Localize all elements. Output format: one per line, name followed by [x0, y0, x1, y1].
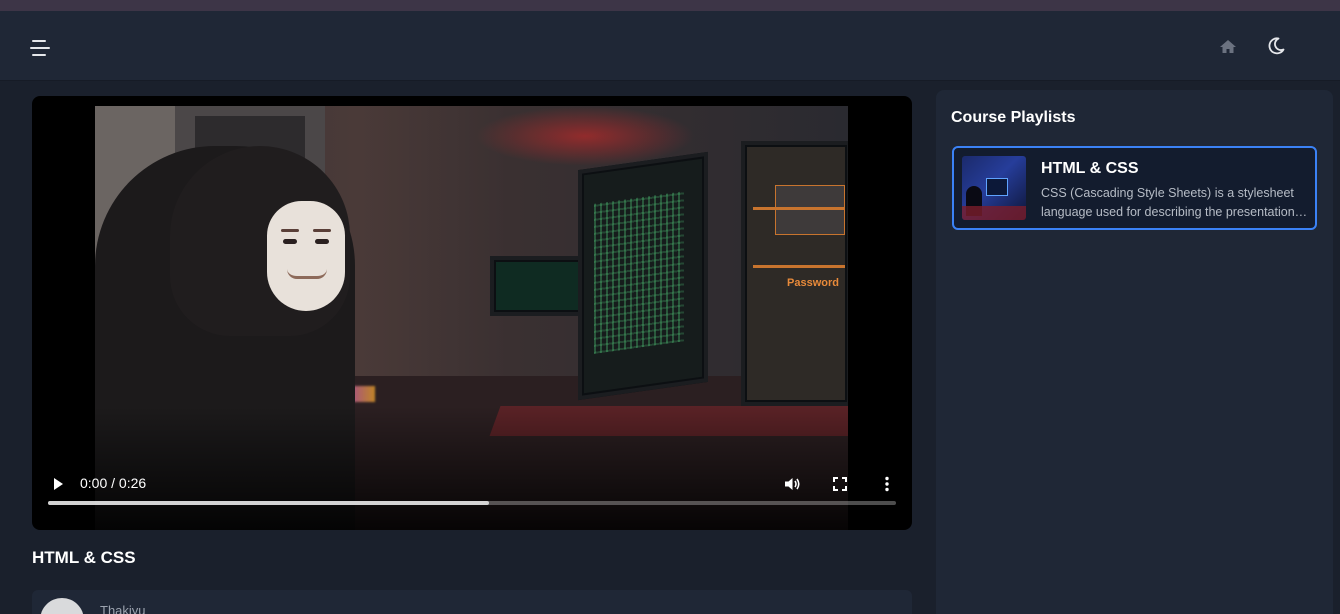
fullscreen-icon[interactable] [830, 474, 850, 494]
browser-top-strip [0, 0, 1340, 11]
more-options-icon[interactable] [877, 474, 897, 494]
video-progress-fill [48, 501, 489, 505]
playlist-item-html-css[interactable]: HTML & CSS CSS (Cascading Style Sheets) … [952, 146, 1317, 230]
playlist-title: HTML & CSS [1041, 160, 1139, 177]
video-time: 0:00 / 0:26 [80, 475, 147, 491]
playlist-thumbnail [962, 156, 1026, 220]
video-controls: 0:00 / 0:26 [32, 460, 912, 530]
author-name[interactable]: Thakiyu [100, 603, 146, 614]
guy-fawkes-mask [267, 201, 345, 311]
home-icon[interactable] [1218, 37, 1238, 57]
page-gutter [1333, 81, 1340, 614]
sidebar-title: Course Playlists [951, 109, 1076, 126]
poster-password-text: Password [787, 277, 839, 289]
moon-icon[interactable] [1266, 36, 1286, 56]
video-progress-bar[interactable] [48, 501, 896, 505]
play-icon[interactable] [50, 476, 66, 492]
author-card: Thakiyu [32, 590, 912, 614]
volume-icon[interactable] [782, 474, 802, 494]
hamburger-menu-icon[interactable] [30, 38, 52, 58]
course-playlists-panel: Course Playlists HTML & CSS CSS (Cascadi… [936, 90, 1333, 614]
playlist-description: CSS (Cascading Style Sheets) is a styles… [1041, 186, 1309, 219]
avatar[interactable] [40, 598, 84, 614]
app-header [0, 11, 1340, 81]
video-player[interactable]: Password 0:00 / 0:26 [32, 96, 912, 530]
video-title: HTML & CSS [32, 548, 136, 567]
